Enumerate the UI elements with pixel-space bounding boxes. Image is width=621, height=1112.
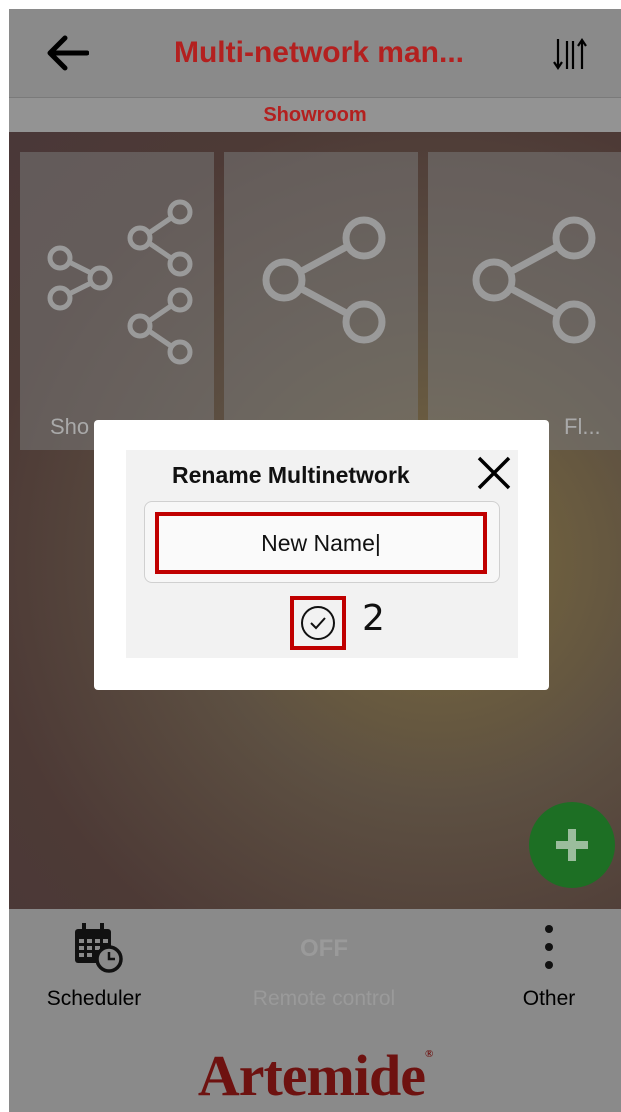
tile-label: Fl... [564, 414, 601, 439]
remote-status: OFF [300, 935, 348, 962]
brand-logo-text: Artemide [197, 1043, 426, 1108]
share-icon [262, 216, 386, 344]
close-button[interactable] [472, 450, 516, 496]
app-header: Multi-network man... [9, 9, 621, 97]
remote-control-toggle[interactable]: OFF Remote control [229, 909, 419, 1024]
dialog-title: Rename Multinetwork [172, 462, 410, 488]
brand-footer: Artemide® [9, 1024, 621, 1112]
name-input[interactable] [155, 512, 487, 574]
scheduler-button[interactable]: Scheduler [29, 909, 159, 1024]
arrow-left-icon [47, 35, 89, 71]
step-number-annotation: 2 [362, 598, 385, 639]
close-icon [477, 456, 511, 490]
brand-logo: Artemide® [9, 1042, 621, 1109]
add-multinetwork-button[interactable] [529, 802, 615, 888]
registered-mark: ® [424, 1048, 433, 1060]
rename-dialog: Rename Multinetwork 2 [94, 420, 549, 690]
name-field-container [144, 501, 500, 583]
remote-control-label: Remote control [252, 987, 396, 1010]
scheduler-label: Scheduler [46, 987, 142, 1010]
other-menu-button[interactable]: Other [509, 909, 589, 1024]
sort-arrows-icon [553, 38, 587, 70]
more-vertical-icon [545, 925, 553, 969]
multinetwork-tile[interactable] [224, 152, 418, 450]
section-subtitle: Showroom [9, 97, 621, 132]
confirm-button[interactable] [290, 596, 346, 650]
other-label: Other [522, 987, 576, 1010]
check-circle-icon [301, 606, 335, 640]
page-title: Multi-network man... [173, 36, 464, 69]
bottom-toolbar: Scheduler OFF Remote control Other [9, 909, 621, 1024]
plus-icon [556, 829, 588, 861]
back-button[interactable] [39, 27, 95, 79]
sort-button[interactable] [545, 31, 595, 77]
multi-share-icon [47, 199, 193, 365]
multinetwork-tile[interactable]: Sho [20, 152, 214, 450]
dialog-body: Rename Multinetwork 2 [126, 450, 518, 658]
share-icon [472, 216, 596, 344]
calendar-clock-icon [75, 923, 123, 973]
multinetwork-tile[interactable]: Fl... [428, 152, 621, 450]
